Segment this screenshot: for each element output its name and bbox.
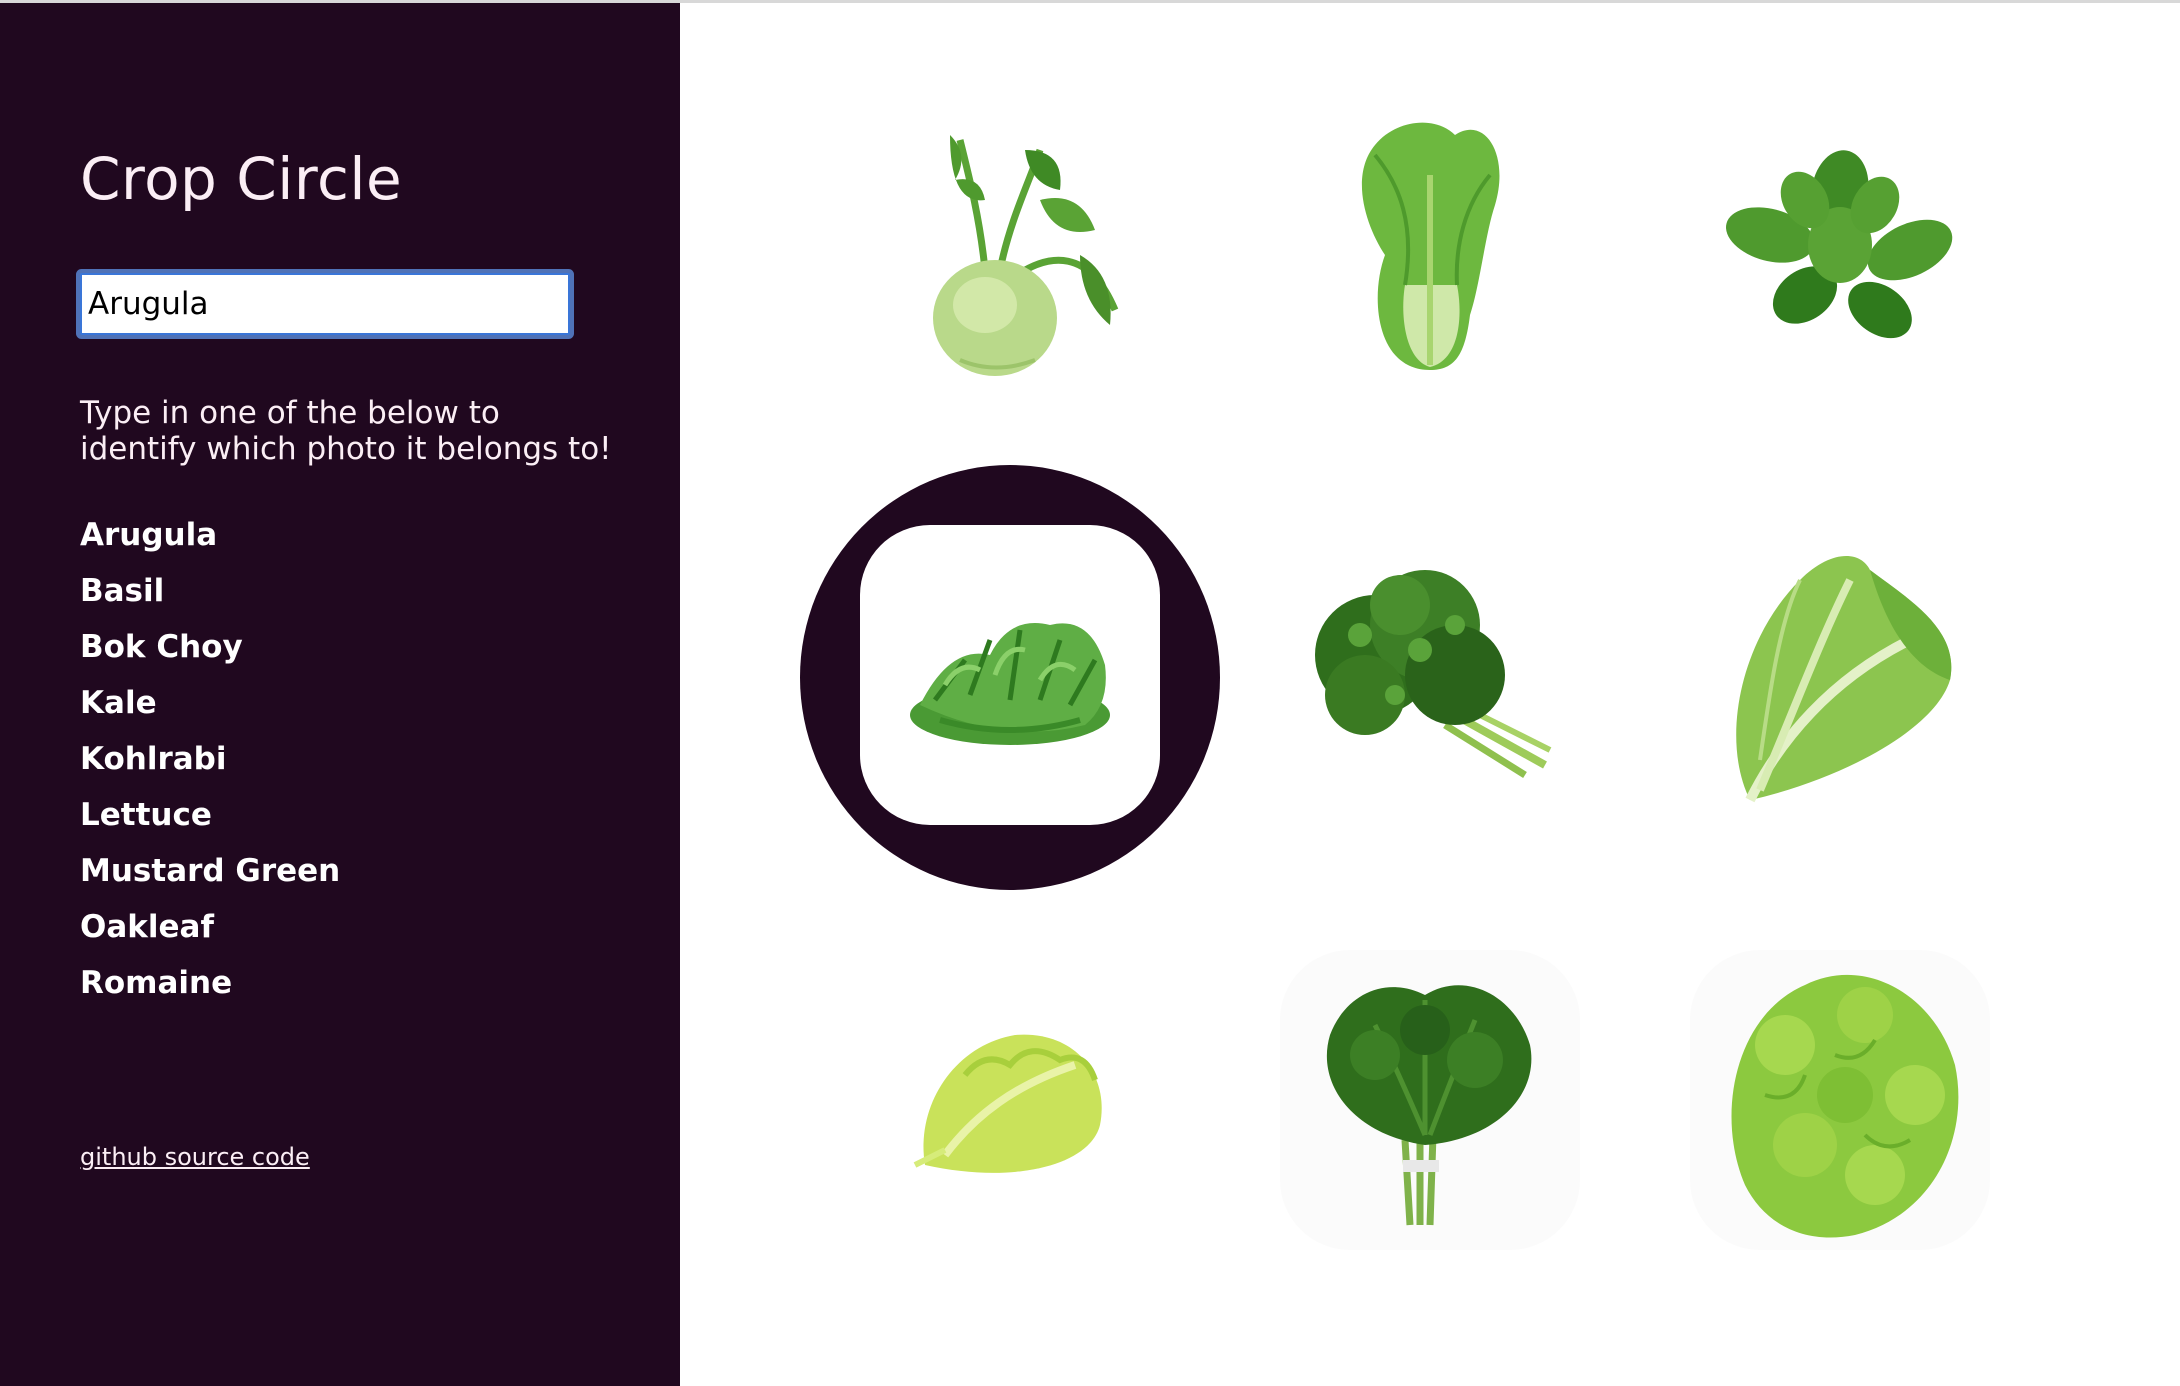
option-kale: Kale <box>80 685 157 721</box>
sidebar: Crop Circle Type in one of the below to … <box>0 3 680 1386</box>
photo-tile-kale[interactable] <box>1280 525 1580 825</box>
arugula-icon <box>910 623 1110 745</box>
instructions-text: Type in one of the below to identify whi… <box>80 395 612 467</box>
option-kohlrabi: Kohlrabi <box>80 741 227 777</box>
option-bok-choy: Bok Choy <box>80 629 243 665</box>
photo-tile-kohlrabi[interactable] <box>860 100 1160 400</box>
mustard-green-icon <box>1326 985 1532 1226</box>
photo-tile-oakleaf[interactable] <box>1690 950 1990 1250</box>
bok-choy-icon <box>1361 122 1500 370</box>
option-lettuce: Lettuce <box>80 797 212 833</box>
option-romaine: Romaine <box>80 965 233 1001</box>
photo-tile-basil[interactable] <box>1690 100 1990 400</box>
lettuce-icon <box>913 1034 1102 1173</box>
photo-tile-romaine[interactable] <box>1690 525 1990 825</box>
option-basil: Basil <box>80 573 165 609</box>
photo-tile-lettuce[interactable] <box>860 950 1160 1250</box>
answer-input[interactable] <box>80 273 570 335</box>
kohlrabi-icon <box>933 135 1119 376</box>
romaine-icon <box>1736 556 1952 803</box>
option-mustard-green: Mustard Green <box>80 853 341 889</box>
photo-tile-mustard-green[interactable] <box>1280 950 1580 1250</box>
photo-tile-bok-choy[interactable] <box>1280 100 1580 400</box>
option-arugula: Arugula <box>80 517 218 553</box>
kale-icon <box>1315 570 1552 778</box>
photo-tile-arugula[interactable] <box>860 525 1160 825</box>
app-title: Crop Circle <box>80 145 403 213</box>
basil-icon <box>1726 150 1953 339</box>
option-oakleaf: Oakleaf <box>80 909 214 945</box>
oakleaf-icon <box>1731 974 1959 1238</box>
options-list: Arugula Basil Bok Choy Kale Kohlrabi Let… <box>80 507 340 1011</box>
github-source-link[interactable]: github source code <box>80 1143 310 1171</box>
